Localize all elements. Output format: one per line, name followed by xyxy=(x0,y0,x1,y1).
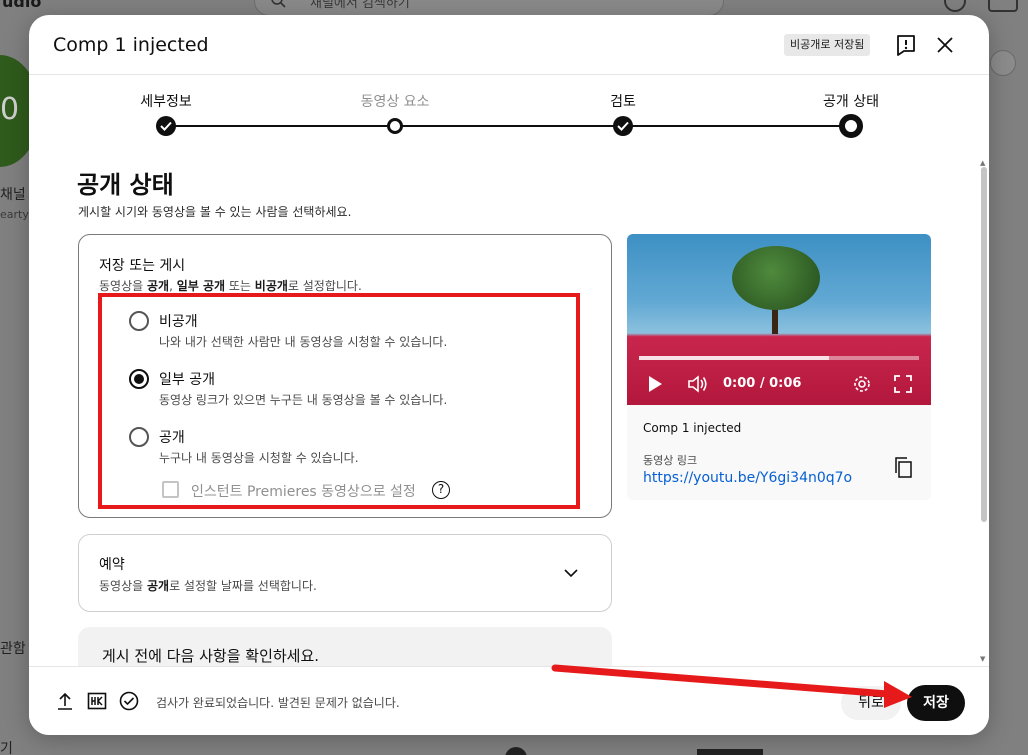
before-publish-heading: 게시 전에 다음 사항을 확인하세요. xyxy=(102,647,320,665)
video-buffer-bar xyxy=(639,356,829,360)
save-button[interactable]: 저장 xyxy=(907,685,965,721)
channel-avatar-letter: 0 xyxy=(0,92,20,127)
copy-icon[interactable] xyxy=(893,456,913,478)
upload-icon xyxy=(990,50,1016,76)
card-description: 동영상을 공개, 일부 공개 또는 비공개로 설정합니다. xyxy=(99,279,362,293)
before-publish-card: 게시 전에 다음 사항을 확인하세요. xyxy=(78,627,612,666)
upload-stepper: 세부정보 동영상 요소 검토 공개 상태 xyxy=(29,75,989,155)
hd-icon xyxy=(87,692,107,710)
dialog-header: Comp 1 injected 비공개로 저장됨 xyxy=(29,15,989,75)
schedule-card[interactable]: 예약 동영상을 공개로 설정할 날짜를 선택합니다. xyxy=(78,534,612,612)
page-title: 공개 상태 xyxy=(77,171,174,199)
dialog-footer: 검사가 완료되었습니다. 발견된 문제가 없습니다. 뒤로 저장 xyxy=(29,666,989,735)
visibility-content[interactable]: 공개 상태 게시할 시기와 동영상을 볼 수 있는 사람을 선택하세요. 저장 … xyxy=(29,155,989,666)
schedule-heading: 예약 xyxy=(99,557,125,573)
fullscreen-icon[interactable] xyxy=(893,374,913,394)
help-icon xyxy=(944,0,966,12)
step-label: 검토 xyxy=(610,94,636,110)
saved-status-badge: 비공개로 저장됨 xyxy=(784,34,871,56)
page-subtitle: 게시할 시기와 동영상을 볼 수 있는 사람을 선택하세요. xyxy=(78,205,352,219)
create-icon xyxy=(988,0,1018,12)
stepper-line xyxy=(166,125,851,127)
upload-icon xyxy=(58,692,72,710)
video-player[interactable]: 0:00 / 0:06 xyxy=(627,234,931,405)
step-label: 세부정보 xyxy=(140,94,192,110)
video-link-label: 동영상 링크 xyxy=(643,454,698,467)
scroll-up-arrow[interactable]: ▲ xyxy=(980,159,985,167)
back-button[interactable]: 뒤로 xyxy=(841,686,901,720)
card-heading: 저장 또는 게시 xyxy=(99,258,186,274)
highlight-box xyxy=(98,293,580,509)
check-circle-icon xyxy=(119,691,139,711)
gear-icon[interactable] xyxy=(851,374,873,394)
step-current-icon xyxy=(839,114,863,138)
step-pending-icon xyxy=(387,118,403,134)
bg-search-placeholder: 채널에서 검색하기 xyxy=(310,0,410,11)
sidebar-item: 기 xyxy=(0,741,13,755)
preview-video-title: Comp 1 injected xyxy=(643,421,742,435)
channel-subtitle: earty xyxy=(0,208,29,221)
video-frame-tree-crown xyxy=(732,246,820,310)
video-link[interactable]: https://youtu.be/Y6gi34n0q7o xyxy=(643,470,852,486)
check-status-text: 검사가 완료되었습니다. 발견된 문제가 없습니다. xyxy=(156,696,400,710)
scrollbar-thumb[interactable] xyxy=(981,167,987,522)
bg-list-item xyxy=(505,745,765,755)
schedule-description: 동영상을 공개로 설정할 날짜를 선택합니다. xyxy=(99,579,317,593)
step-label: 동영상 요소 xyxy=(360,94,430,110)
studio-logo-text: udio xyxy=(2,0,42,11)
chevron-down-icon[interactable] xyxy=(563,565,579,581)
play-icon[interactable] xyxy=(647,374,663,394)
check-icon xyxy=(156,116,176,136)
check-icon xyxy=(613,116,633,136)
sidebar-item: 관함 xyxy=(0,641,26,657)
dialog-title: Comp 1 injected xyxy=(53,34,209,56)
close-icon[interactable] xyxy=(933,33,957,57)
upload-dialog: Comp 1 injected 비공개로 저장됨 세부정보 동영상 요소 검토 … xyxy=(29,15,989,735)
video-preview-card: 0:00 / 0:06 Comp 1 injected 동영상 링크 https… xyxy=(627,234,931,500)
search-icon xyxy=(271,0,286,8)
volume-icon[interactable] xyxy=(687,374,709,394)
video-time: 0:00 / 0:06 xyxy=(723,376,802,391)
step-label: 공개 상태 xyxy=(823,94,879,110)
scroll-down-arrow[interactable]: ▼ xyxy=(980,655,985,663)
channel-label: 채널 xyxy=(0,187,26,203)
feedback-alert-icon[interactable] xyxy=(893,32,919,58)
